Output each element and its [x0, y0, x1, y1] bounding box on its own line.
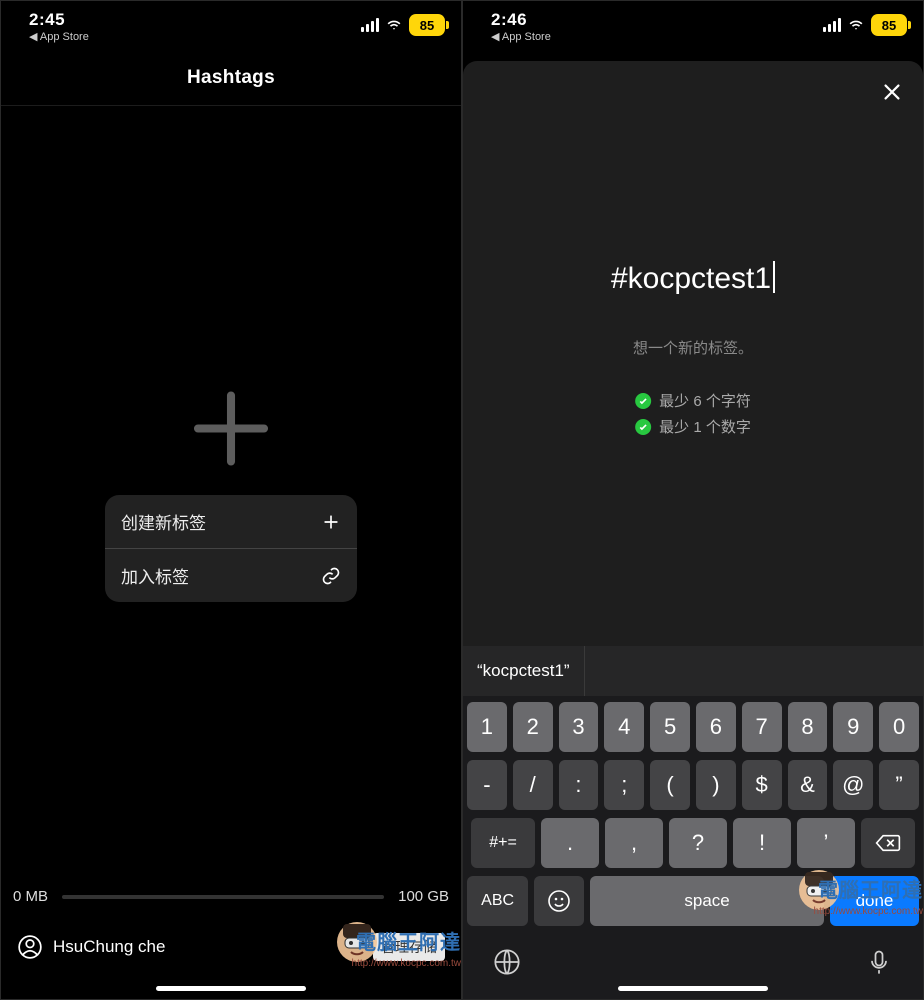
check-icon [635, 393, 651, 409]
storage-total: 100 GB [398, 888, 449, 905]
key-8[interactable]: 8 [788, 702, 828, 752]
globe-icon[interactable] [493, 948, 521, 976]
key-,[interactable]: , [605, 818, 663, 868]
storage-used: 0 MB [13, 888, 48, 905]
home-indicator[interactable] [156, 986, 306, 991]
status-time: 2:46 [491, 11, 551, 30]
key-3[interactable]: 3 [559, 702, 599, 752]
key-delete[interactable] [861, 818, 915, 868]
check-icon [635, 419, 651, 435]
key-9[interactable]: 9 [833, 702, 873, 752]
storage-track [62, 895, 384, 899]
cellular-icon [823, 18, 841, 32]
menu-label: 创建新标签 [121, 509, 206, 534]
page-title: Hashtags [1, 67, 461, 89]
wifi-icon [847, 18, 865, 32]
hashtag-menu: 创建新标签 加入标签 [105, 495, 357, 602]
wifi-icon [385, 18, 403, 32]
key-$[interactable]: $ [742, 760, 782, 810]
key-?[interactable]: ? [669, 818, 727, 868]
key--[interactable]: - [467, 760, 507, 810]
menu-label: 加入标签 [121, 563, 189, 588]
link-icon [321, 566, 341, 586]
status-bar: 2:46 ◀ App Store 85 [463, 1, 923, 59]
key-)[interactable]: ) [696, 760, 736, 810]
key-![interactable]: ! [733, 818, 791, 868]
storage-bar: 0 MB 100 GB [13, 888, 449, 905]
key-symbols[interactable]: #+= [471, 818, 535, 868]
user-name: HsuChung che [53, 937, 165, 957]
key-7[interactable]: 7 [742, 702, 782, 752]
key-’[interactable]: ’ [797, 818, 855, 868]
status-bar: 2:45 ◀ App Store 85 [1, 1, 461, 59]
close-icon [881, 81, 903, 103]
key-([interactable]: ( [650, 760, 690, 810]
divider [1, 105, 461, 106]
avatar-icon [17, 934, 43, 960]
text-cursor [773, 261, 775, 293]
battery-indicator: 85 [409, 14, 445, 36]
keyboard-row-3: #+= .,?!’ [467, 818, 919, 868]
back-to-appstore[interactable]: ◀ App Store [29, 31, 89, 43]
key-;[interactable]: ; [604, 760, 644, 810]
key-/[interactable]: / [513, 760, 553, 810]
key-abc[interactable]: ABC [467, 876, 528, 926]
plus-icon [321, 512, 341, 532]
back-to-appstore[interactable]: ◀ App Store [491, 31, 551, 43]
key-4[interactable]: 4 [604, 702, 644, 752]
rule-min-digit: 最少 1 个数字 [635, 416, 751, 437]
validation-rules: 最少 6 个字符 最少 1 个数字 [635, 385, 751, 442]
suggestion-item[interactable]: “kocpctest1” [463, 646, 585, 696]
key-emoji[interactable] [534, 876, 584, 926]
mic-icon[interactable] [865, 948, 893, 976]
keyboard-suggestions: “kocpctest1” [463, 646, 923, 696]
key-.[interactable]: . [541, 818, 599, 868]
key-0[interactable]: 0 [879, 702, 919, 752]
cellular-icon [361, 18, 379, 32]
modal-sheet: #kocpctest1 想一个新的标签。 最少 6 个字符 最少 1 个数字 “… [463, 61, 923, 999]
emoji-icon [547, 889, 571, 913]
watermark-sub: http://www.kocpc.com.tw [814, 906, 923, 917]
watermark-sub: http://www.kocpc.com.tw [352, 958, 461, 969]
key-@[interactable]: @ [833, 760, 873, 810]
close-button[interactable] [875, 75, 909, 114]
keyboard: 1234567890 -/:;()$&@” #+= .,?!’ ABC spac… [463, 696, 923, 999]
watermark-text: 電腦王阿達 [818, 874, 923, 903]
home-indicator[interactable] [618, 986, 768, 991]
hashtag-input[interactable]: #kocpctest1 [463, 261, 923, 296]
battery-indicator: 85 [871, 14, 907, 36]
key-6[interactable]: 6 [696, 702, 736, 752]
input-hint: 想一个新的标签。 [463, 337, 923, 358]
keyboard-row-2: -/:;()$&@” [467, 760, 919, 810]
key-2[interactable]: 2 [513, 702, 553, 752]
key-:[interactable]: : [559, 760, 599, 810]
rule-min-chars: 最少 6 个字符 [635, 390, 751, 411]
join-hashtag-item[interactable]: 加入标签 [105, 549, 357, 602]
key-5[interactable]: 5 [650, 702, 690, 752]
status-time: 2:45 [29, 11, 89, 30]
add-placeholder-icon[interactable] [187, 385, 275, 478]
create-hashtag-item[interactable]: 创建新标签 [105, 495, 357, 548]
watermark-text: 電腦王阿達 [356, 926, 461, 955]
keyboard-row-1: 1234567890 [467, 702, 919, 752]
key-space[interactable]: space [590, 876, 824, 926]
key-&[interactable]: & [788, 760, 828, 810]
keyboard-bottom-bar [467, 934, 919, 978]
key-”[interactable]: ” [879, 760, 919, 810]
key-1[interactable]: 1 [467, 702, 507, 752]
backspace-icon [875, 833, 901, 853]
